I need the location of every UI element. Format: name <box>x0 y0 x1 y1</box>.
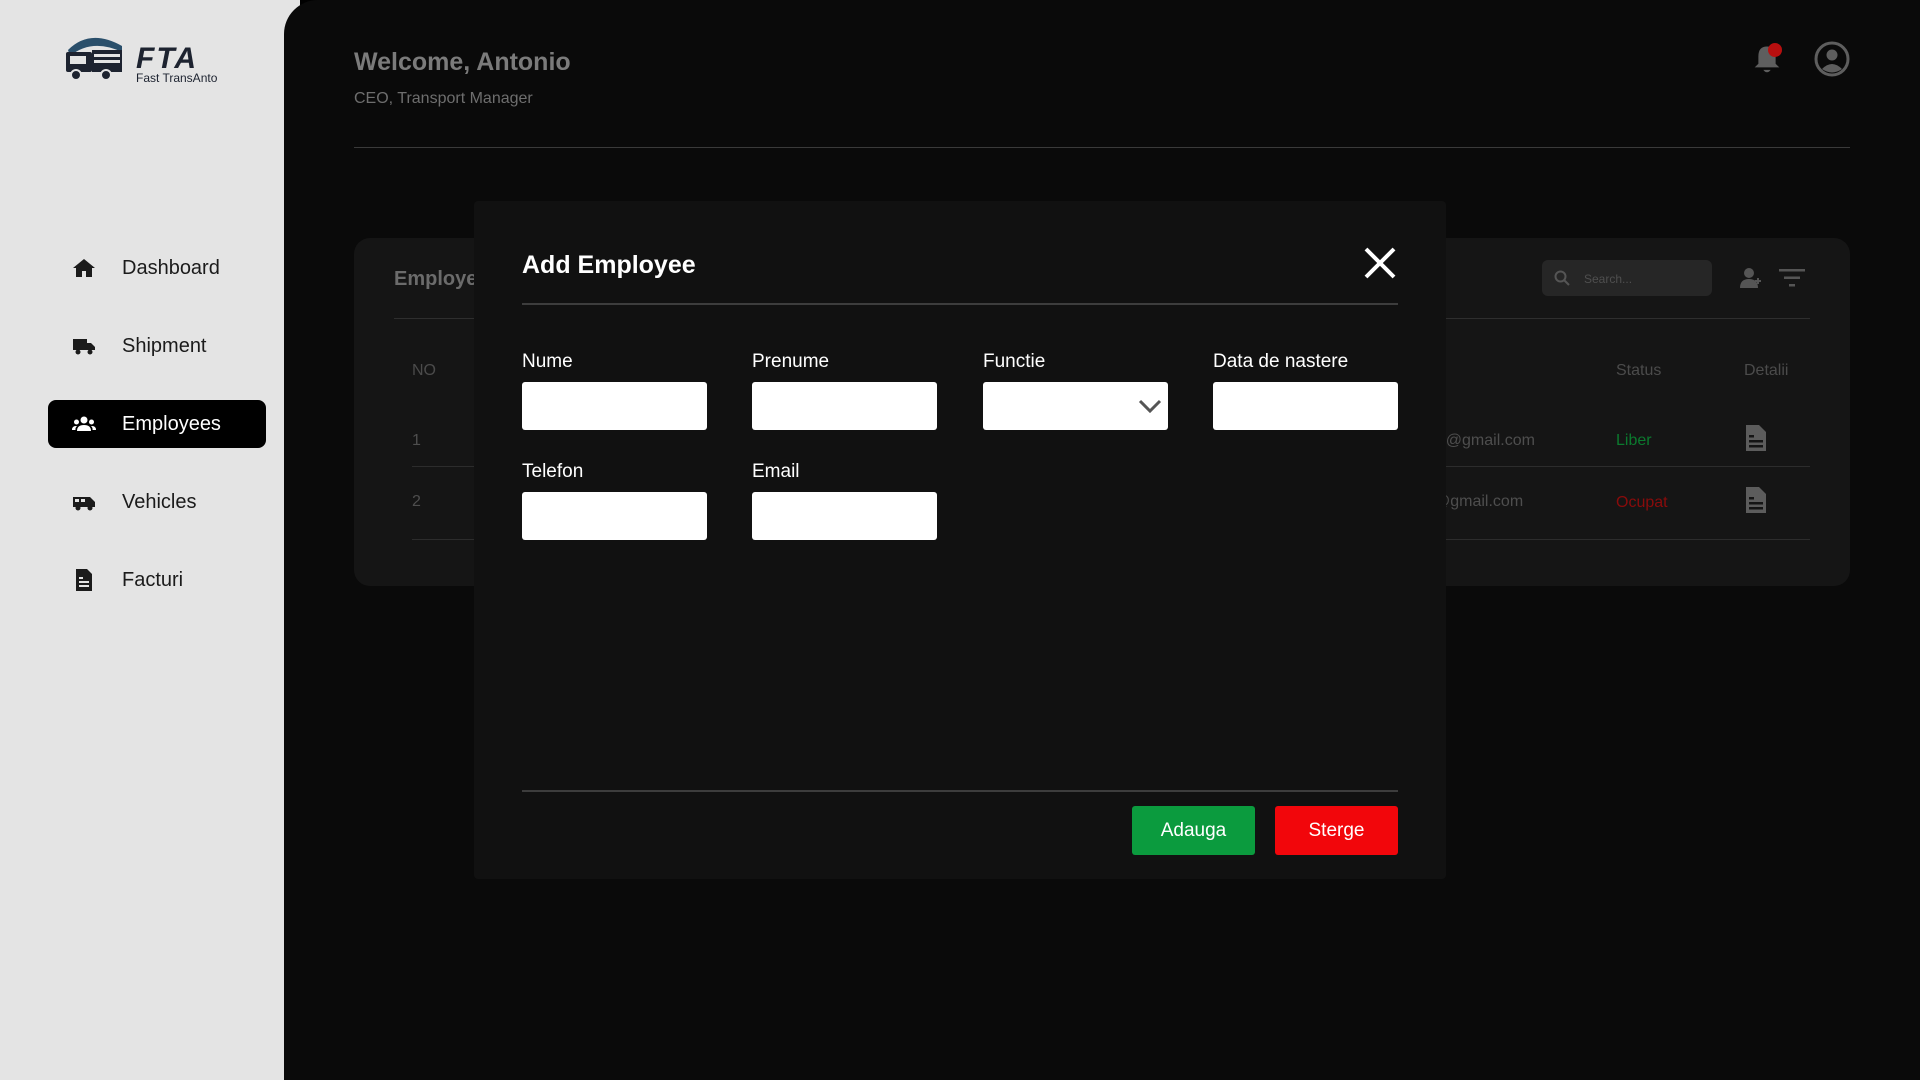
modal-footer-divider <box>522 790 1398 792</box>
notification-badge <box>1768 43 1782 57</box>
sidebar-item-employees[interactable]: Employees <box>48 400 266 448</box>
sidebar-item-label: Shipment <box>122 334 207 357</box>
sidebar-item-shipment[interactable]: Shipment <box>48 322 266 370</box>
notifications-button[interactable] <box>1752 43 1782 76</box>
row-2-email: @gmail.com <box>1434 493 1524 510</box>
functie-select[interactable] <box>983 382 1168 430</box>
panel-title: Employe <box>394 268 478 290</box>
row-2-no: 2 <box>412 493 421 510</box>
sidebar-item-dashboard[interactable]: Dashboard <box>48 244 266 292</box>
van-icon <box>72 490 96 514</box>
telefon-label: Telefon <box>522 461 584 482</box>
sidebar: FTA Fast TransAnto Dashboard Shipment Em… <box>0 0 300 1080</box>
user-role: CEO, Transport Manager <box>354 90 533 107</box>
telefon-input[interactable] <box>522 492 707 540</box>
sidebar-item-label: Vehicles <box>122 490 197 513</box>
close-icon <box>1364 247 1396 279</box>
sidebar-item-label: Dashboard <box>122 256 220 279</box>
home-icon <box>72 256 96 280</box>
search-icon <box>1554 270 1570 286</box>
details-icon[interactable] <box>1744 486 1768 514</box>
sidebar-item-label: Employees <box>122 412 221 435</box>
page-title: Welcome, Antonio <box>354 48 571 76</box>
user-avatar[interactable] <box>1814 41 1850 77</box>
chevron-down-icon <box>1138 399 1162 414</box>
truck-icon <box>72 334 96 358</box>
search-input[interactable]: Search... <box>1584 272 1632 286</box>
email-input[interactable] <box>752 492 937 540</box>
invoice-icon <box>72 568 96 592</box>
header-divider <box>354 147 1850 148</box>
sidebar-item-label: Facturi <box>122 568 184 591</box>
email-label: Email <box>752 461 800 482</box>
filter-icon[interactable] <box>1778 266 1806 290</box>
modal-header-divider <box>522 303 1398 305</box>
add-employee-modal: Add Employee Nume Prenume Functie Data d… <box>474 201 1446 879</box>
column-header-detalii: Detalii <box>1744 362 1789 379</box>
add-button[interactable]: Adauga <box>1132 806 1255 855</box>
row-1-no: 1 <box>412 432 421 449</box>
data-nastere-input[interactable] <box>1213 382 1398 430</box>
delete-button[interactable]: Sterge <box>1275 806 1398 855</box>
search-box[interactable]: Search... <box>1542 260 1712 296</box>
brand-logo[interactable]: FTA Fast TransAnto <box>62 30 242 86</box>
column-header-status: Status <box>1616 362 1662 379</box>
prenume-input[interactable] <box>752 382 937 430</box>
close-button[interactable] <box>1362 245 1398 281</box>
prenume-label: Prenume <box>752 351 830 372</box>
user-circle-icon <box>1814 41 1850 77</box>
sidebar-item-vehicles[interactable]: Vehicles <box>48 478 266 526</box>
users-icon <box>72 412 96 436</box>
column-header-no: NO <box>412 362 436 379</box>
sidebar-nav: Dashboard Shipment Employees Vehicles Fa… <box>48 244 266 634</box>
data-nastere-label: Data de nastere <box>1213 351 1349 372</box>
details-icon[interactable] <box>1744 424 1768 452</box>
add-user-icon[interactable] <box>1738 266 1762 290</box>
nume-label: Nume <box>522 351 573 372</box>
row-1-status: Liber <box>1616 432 1652 449</box>
functie-label: Functie <box>983 351 1046 372</box>
row-2-status: Ocupat <box>1616 494 1668 511</box>
modal-title: Add Employee <box>522 251 696 279</box>
nume-input[interactable] <box>522 382 707 430</box>
truck-logo-icon <box>66 37 122 81</box>
sidebar-item-facturi[interactable]: Facturi <box>48 556 266 604</box>
brand-subtitle: Fast TransAnto <box>136 71 218 85</box>
